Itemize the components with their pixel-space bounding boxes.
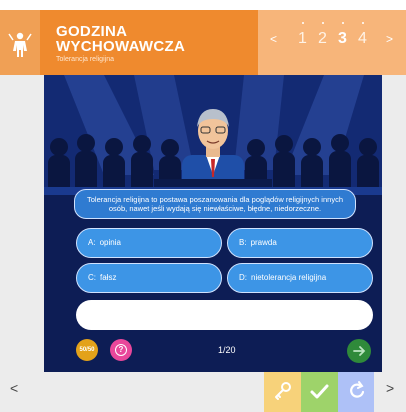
bottom-next-button[interactable]: > xyxy=(386,380,394,396)
answer-b-label: prawda xyxy=(250,238,277,247)
answer-d-label: nietolerancja religijna xyxy=(251,273,327,282)
key-icon xyxy=(275,382,291,400)
page-dot xyxy=(342,22,344,24)
check-icon xyxy=(310,384,329,399)
page-number-3[interactable]: 3 xyxy=(338,30,347,48)
answer-a-label: opinia xyxy=(99,238,121,247)
answer-d-key: D: xyxy=(239,273,247,282)
bottom-prev-button[interactable]: < xyxy=(10,380,18,396)
lesson-subtitle: Tolerancja religijna xyxy=(56,56,114,63)
right-gutter xyxy=(382,75,406,372)
check-answer-button[interactable] xyxy=(301,372,338,412)
answer-c-key: C: xyxy=(88,273,96,282)
header: GODZINA WYCHOWAWCZA Tolerancja religijna… xyxy=(0,0,406,75)
page-dot xyxy=(362,22,364,24)
page-dot xyxy=(322,22,324,24)
page-number-2[interactable]: 2 xyxy=(318,30,327,48)
bottom-bar: < > xyxy=(0,372,406,412)
presenter-icon xyxy=(8,32,32,57)
reset-button[interactable] xyxy=(338,372,374,412)
answer-input[interactable] xyxy=(76,300,373,330)
show-answer-button[interactable] xyxy=(264,372,301,412)
quiz-stage: Tolerancja religijna to postawa poszanow… xyxy=(44,75,382,372)
answer-b-button[interactable]: B: prawda xyxy=(227,228,373,258)
question-counter: 1/20 xyxy=(218,345,236,355)
answer-d-button[interactable]: D: nietolerancja religijna xyxy=(227,263,373,293)
help-button[interactable]: ? xyxy=(110,339,132,361)
answer-b-key: B: xyxy=(239,238,247,247)
presenter-icon-box xyxy=(0,10,40,75)
page-navigation: < 1 2 3 4 > xyxy=(258,10,406,75)
fifty-fifty-button[interactable]: 50/50 xyxy=(76,339,98,361)
page-dot xyxy=(302,22,304,24)
header-title-box: GODZINA WYCHOWAWCZA Tolerancja religijna xyxy=(40,10,258,75)
next-question-button[interactable] xyxy=(347,339,371,363)
question-text: Tolerancja religijna to postawa poszanow… xyxy=(74,189,356,219)
answer-c-button[interactable]: C: fałsz xyxy=(76,263,222,293)
nav-prev-button[interactable]: < xyxy=(270,32,277,46)
page-number-1[interactable]: 1 xyxy=(298,30,307,48)
answer-a-key: A: xyxy=(88,238,96,247)
question-icon: ? xyxy=(115,344,127,356)
answer-a-button[interactable]: A: opinia xyxy=(76,228,222,258)
nav-next-button[interactable]: > xyxy=(386,32,393,46)
page-number-4[interactable]: 4 xyxy=(358,30,367,48)
app-title-line2: WYCHOWAWCZA xyxy=(56,38,186,55)
left-gutter xyxy=(0,75,44,372)
reset-icon xyxy=(350,381,365,398)
quiz-page: GODZINA WYCHOWAWCZA Tolerancja religijna… xyxy=(0,0,406,412)
app-title-line1: GODZINA xyxy=(56,23,128,40)
arrow-right-icon xyxy=(353,346,366,356)
app-title: GODZINA WYCHOWAWCZA xyxy=(56,24,185,54)
game-show-illustration xyxy=(44,75,382,195)
answer-c-label: fałsz xyxy=(100,273,117,282)
